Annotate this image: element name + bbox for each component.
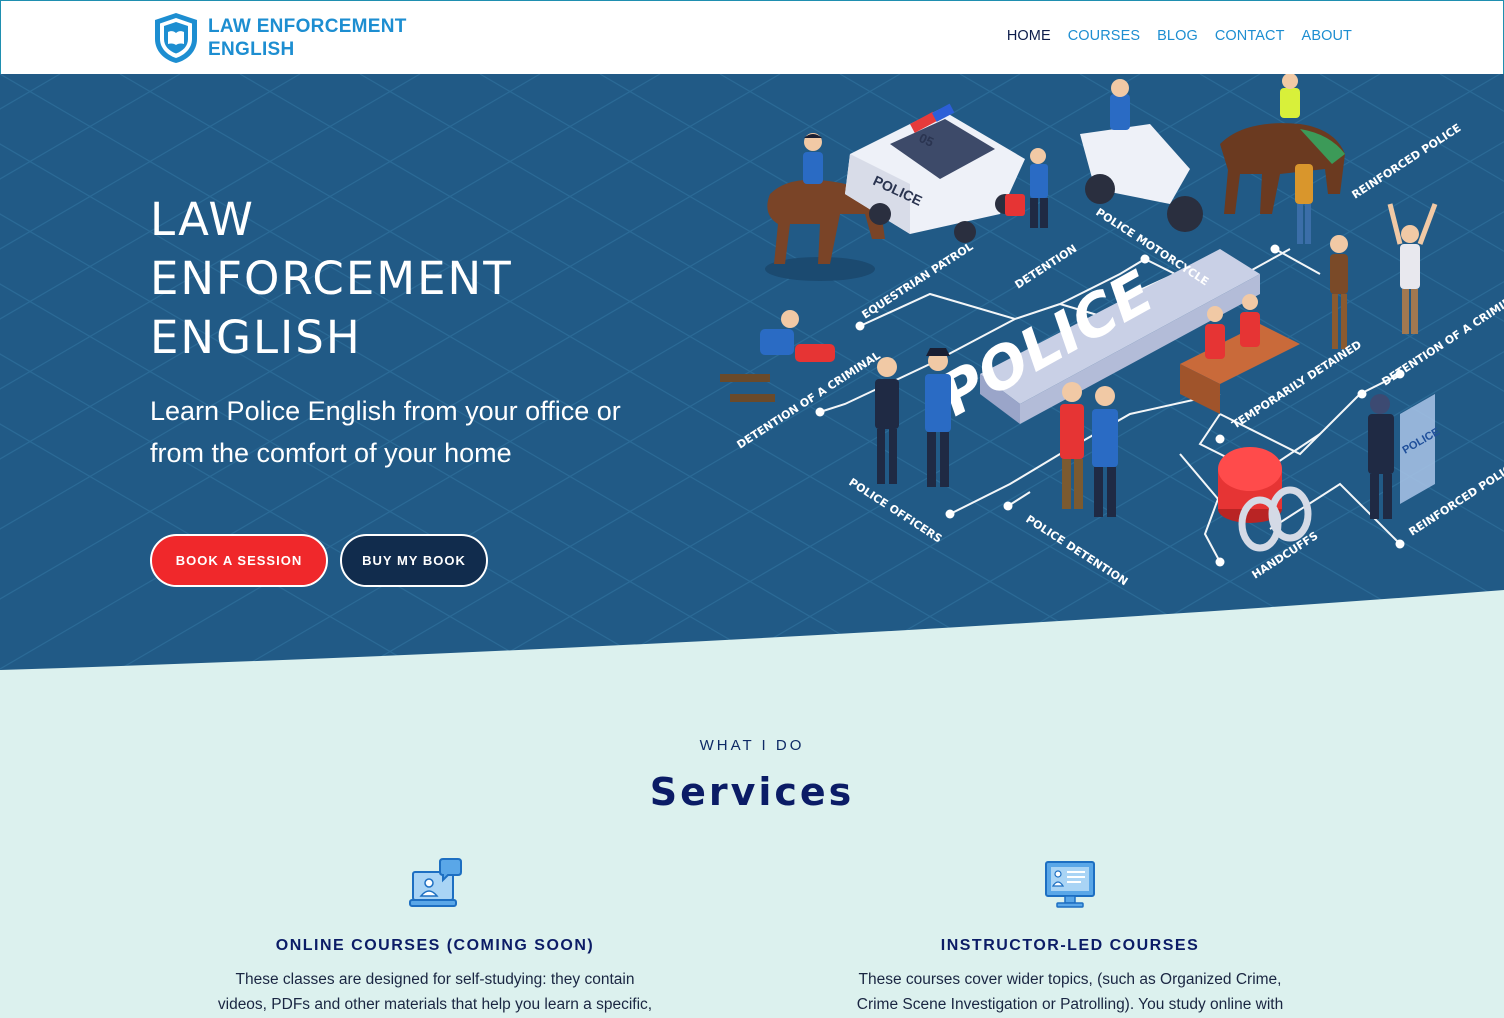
site-logo[interactable]: LAW ENFORCEMENT ENGLISH <box>151 11 407 65</box>
services-section: WHAT I DO Services ONLINE COURSES (COMIN… <box>0 670 1504 1018</box>
hero-title-line-3: ENGLISH <box>150 311 362 364</box>
service-online-text-line-2: videos, PDFs and other materials that he… <box>217 996 653 1013</box>
laptop-chat-icon <box>409 858 462 907</box>
brand-line-1: LAW ENFORCEMENT <box>208 16 407 37</box>
nav-courses[interactable]: COURSES <box>1068 28 1140 44</box>
hero-title-line-1: LAW <box>150 193 255 246</box>
services-title: Services <box>649 770 855 814</box>
nav-blog[interactable]: BLOG <box>1157 28 1198 44</box>
shield-book-icon <box>155 13 197 63</box>
service-online-courses: ONLINE COURSES (COMING SOON) These class… <box>205 858 665 1017</box>
brand-name: LAW ENFORCEMENT ENGLISH <box>208 15 407 61</box>
brand-line-2: ENGLISH <box>208 39 295 60</box>
hero-section: POLICE POLICE 05 POLICE EQUESTRIAN PATRO… <box>0 74 1504 670</box>
service-online-text: These classes are designed for self-stud… <box>205 967 665 1017</box>
service-instructor-text-line-2: Crime Scene Investigation or Patrolling)… <box>856 996 1284 1013</box>
hero-title-line-2: ENFORCEMENT <box>150 252 513 305</box>
book-session-button[interactable]: BOOK A SESSION <box>150 534 328 587</box>
nav-about[interactable]: ABOUT <box>1302 28 1352 44</box>
nav-contact[interactable]: CONTACT <box>1215 28 1285 44</box>
service-instructor-text-line-1: These courses cover wider topics, (such … <box>858 971 1282 988</box>
main-nav: HOME COURSES BLOG CONTACT ABOUT <box>1007 28 1352 44</box>
hero-title: LAW ENFORCEMENT ENGLISH <box>150 190 513 367</box>
service-online-title: ONLINE COURSES (COMING SOON) <box>275 937 595 954</box>
service-instructor-text: These courses cover wider topics, (such … <box>840 967 1300 1017</box>
services-eyebrow: WHAT I DO <box>699 737 805 754</box>
buy-book-button[interactable]: BUY MY BOOK <box>340 534 488 587</box>
hero-subtitle: Learn Police English from your office or… <box>150 396 621 468</box>
service-online-text-line-1: These classes are designed for self-stud… <box>235 971 635 988</box>
nav-home[interactable]: HOME <box>1007 28 1051 44</box>
service-instructor-title: INSTRUCTOR-LED COURSES <box>940 937 1200 954</box>
site-header: LAW ENFORCEMENT ENGLISH HOME COURSES BLO… <box>0 0 1504 74</box>
presentation-monitor-icon <box>1045 861 1095 908</box>
service-instructor-led: INSTRUCTOR-LED COURSES These courses cov… <box>840 858 1300 1017</box>
